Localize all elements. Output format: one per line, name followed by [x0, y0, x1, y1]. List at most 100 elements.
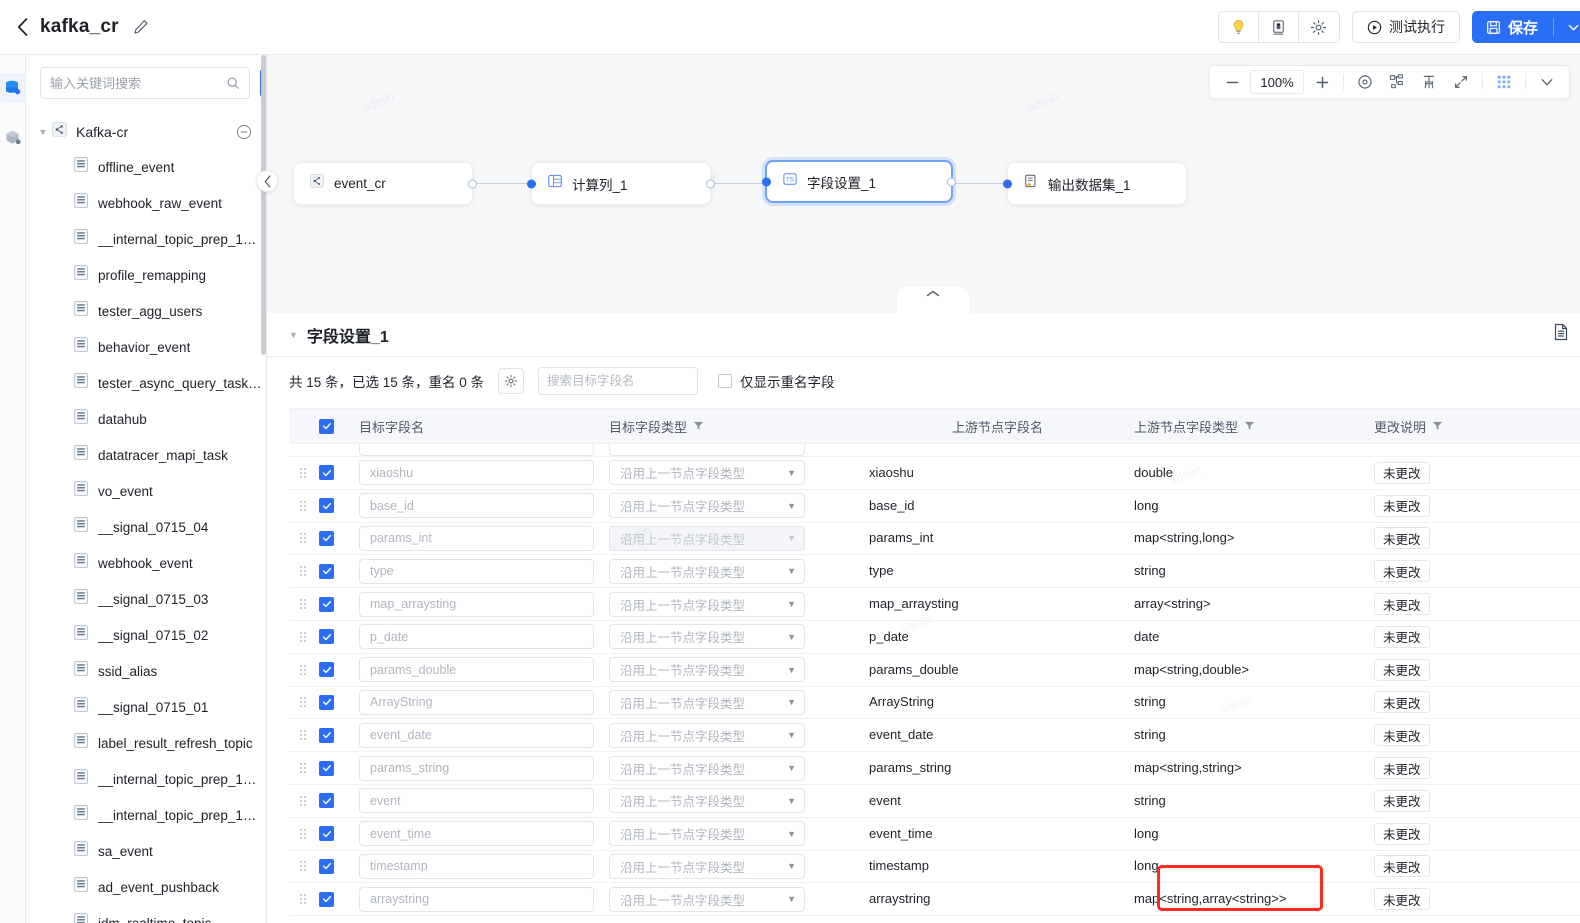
node-input-port[interactable]: [1003, 179, 1012, 188]
sidebar-item-topic[interactable]: webhook_event: [26, 545, 266, 581]
table-row[interactable]: type 沿用上一节点字段类型 ▼ type string 未更改: [289, 555, 1580, 589]
flow-node-output-dataset[interactable]: 输出数据集_1: [1003, 162, 1187, 205]
caret-down-icon[interactable]: ▼: [36, 127, 50, 137]
sidebar-item-topic[interactable]: label_result_refresh_topic: [26, 725, 266, 761]
gear-icon[interactable]: [1299, 12, 1339, 42]
caret-down-icon[interactable]: ▼: [289, 330, 298, 340]
select-all-checkbox[interactable]: [319, 418, 334, 434]
table-row[interactable]: params_int 沿用上一节点字段类型 ▼ params_int map<strin…: [289, 523, 1580, 556]
rail-item-database[interactable]: [0, 73, 26, 103]
sidebar-item-topic[interactable]: __internal_topic_prep_17…: [26, 797, 266, 833]
row-checkbox[interactable]: [319, 498, 334, 514]
target-field-name-input[interactable]: type: [359, 558, 594, 584]
field-search-input[interactable]: [547, 374, 709, 388]
row-drag-handle[interactable]: [289, 861, 319, 872]
field-search-wrapper[interactable]: [538, 367, 709, 395]
target-field-name-input[interactable]: map_arraysting: [359, 591, 594, 617]
row-checkbox[interactable]: [319, 793, 334, 809]
node-input-port[interactable]: [527, 179, 536, 188]
sidebar-item-topic[interactable]: vo_event: [26, 473, 266, 509]
target-field-name-input[interactable]: params_string: [359, 755, 594, 781]
row-checkbox[interactable]: [319, 465, 334, 481]
row-drag-handle[interactable]: [289, 697, 319, 708]
target-field-type-select[interactable]: 沿用上一节点字段类型 ▼: [609, 493, 805, 519]
sidebar-item-topic[interactable]: __signal_0715_04: [26, 509, 266, 545]
test-run-button[interactable]: 测试执行: [1351, 11, 1460, 43]
sidebar-item-topic[interactable]: __signal_0715_02: [26, 617, 266, 653]
target-field-name-input[interactable]: params_double: [359, 657, 594, 683]
row-checkbox[interactable]: [319, 596, 334, 612]
node-output-port[interactable]: [947, 177, 956, 186]
row-drag-handle[interactable]: [289, 828, 319, 839]
table-row[interactable]: xiaoshu 沿用上一节点字段类型 ▼ xiaoshu double 未更改: [289, 457, 1580, 490]
table-row[interactable]: event_time 沿用上一节点字段类型 ▼ event_time long 未更改: [289, 818, 1580, 851]
sidebar-item-topic[interactable]: tester_agg_users: [26, 293, 266, 329]
sidebar-item-topic[interactable]: ad_event_pushback: [26, 869, 266, 905]
row-checkbox[interactable]: [319, 662, 334, 678]
target-field-name-input[interactable]: event: [359, 788, 594, 814]
row-checkbox[interactable]: [319, 891, 334, 907]
tree-root-kafka[interactable]: ▼ Kafka-cr: [26, 115, 266, 149]
sidebar-item-topic[interactable]: profile_remapping: [26, 257, 266, 293]
sidebar-item-topic[interactable]: offline_event: [26, 149, 266, 185]
target-field-type-select[interactable]: 沿用上一节点字段类型 ▼: [609, 788, 805, 814]
target-field-type-select[interactable]: 沿用上一节点字段类型 ▼: [609, 591, 805, 617]
sidebar-item-topic[interactable]: tester_async_query_task…: [26, 365, 266, 401]
document-icon[interactable]: [1552, 323, 1570, 346]
table-row[interactable]: params_double 沿用上一节点字段类型 ▼ params_double map…: [289, 654, 1580, 687]
sidebar-item-topic[interactable]: sa_event: [26, 833, 266, 869]
row-drag-handle[interactable]: [289, 467, 319, 478]
row-checkbox[interactable]: [319, 858, 334, 874]
search-input[interactable]: [50, 75, 226, 91]
row-checkbox[interactable]: [319, 694, 334, 710]
row-drag-handle[interactable]: [289, 500, 319, 511]
row-drag-handle[interactable]: [289, 894, 319, 905]
target-field-type-select[interactable]: 沿用上一节点字段类型 ▼: [609, 722, 805, 748]
flow-canvas[interactable]: admin admin admin 100%: [267, 55, 1580, 322]
lightbulb-icon[interactable]: [1219, 12, 1259, 42]
target-field-type-select[interactable]: 沿用上一节点字段类型 ▼: [609, 755, 805, 781]
table-row[interactable]: params_string 沿用上一节点字段类型 ▼ params_string map…: [289, 752, 1580, 785]
target-field-name-input[interactable]: event_date: [359, 722, 594, 748]
chevron-left-icon[interactable]: [12, 17, 32, 37]
sidebar-item-topic[interactable]: __signal_0715_03: [26, 581, 266, 617]
target-field-name-input[interactable]: event_time: [359, 821, 594, 847]
sidebar-item-topic[interactable]: __signal_0715_01: [26, 689, 266, 725]
target-field-type-select[interactable]: 沿用上一节点字段类型 ▼: [609, 624, 805, 650]
table-row[interactable]: arraystring 沿用上一节点字段类型 ▼ arraystring map<str…: [289, 883, 1580, 917]
row-checkbox[interactable]: [319, 629, 334, 645]
target-field-type-select[interactable]: 沿用上一节点字段类型 ▼: [609, 460, 805, 486]
table-row[interactable]: ArrayString 沿用上一节点字段类型 ▼ ArrayString string 未…: [289, 687, 1580, 720]
node-input-port[interactable]: [762, 177, 771, 186]
target-field-name-input[interactable]: timestamp: [359, 853, 594, 879]
node-output-port[interactable]: [468, 179, 477, 188]
table-row[interactable]: event 沿用上一节点字段类型 ▼ event string 未更改: [289, 785, 1580, 818]
sidebar-item-topic[interactable]: webhook_raw_event: [26, 185, 266, 221]
filter-icon[interactable]: [693, 419, 704, 434]
target-field-type-select[interactable]: 沿用上一节点字段类型 ▼: [609, 657, 805, 683]
target-field-name-input[interactable]: ArrayString: [359, 689, 594, 715]
column-settings-gear-icon[interactable]: [498, 368, 525, 394]
target-field-type-select[interactable]: 沿用上一节点字段类型 ▼: [609, 886, 805, 912]
row-checkbox[interactable]: [319, 727, 334, 743]
row-drag-handle[interactable]: [289, 795, 319, 806]
sidebar-item-topic[interactable]: behavior_event: [26, 329, 266, 365]
pencil-icon[interactable]: [131, 17, 151, 37]
collapse-all-icon[interactable]: [236, 124, 252, 140]
row-checkbox[interactable]: [319, 826, 334, 842]
target-field-name-input[interactable]: params_int: [359, 525, 594, 551]
target-field-name-input[interactable]: p_date: [359, 624, 594, 650]
row-checkbox[interactable]: [319, 563, 334, 579]
target-field-name-input[interactable]: arraystring: [359, 886, 594, 912]
row-drag-handle[interactable]: [289, 763, 319, 774]
sidebar-item-topic[interactable]: datatracer_mapi_task: [26, 437, 266, 473]
sidebar-item-topic[interactable]: __internal_topic_prep_17…: [26, 761, 266, 797]
node-output-port[interactable]: [706, 179, 715, 188]
flow-node-event-cr[interactable]: event_cr: [293, 162, 477, 205]
target-field-type-select[interactable]: 沿用上一节点字段类型 ▼: [609, 821, 805, 847]
table-row[interactable]: base_id 沿用上一节点字段类型 ▼ base_id long 未更改: [289, 490, 1580, 523]
table-row[interactable]: p_date 沿用上一节点字段类型 ▼ p_date date 未更改: [289, 621, 1580, 654]
flow-node-compute-column[interactable]: 计算列_1: [527, 162, 715, 205]
row-checkbox[interactable]: [319, 530, 334, 546]
sidebar-item-topic[interactable]: datahub: [26, 401, 266, 437]
